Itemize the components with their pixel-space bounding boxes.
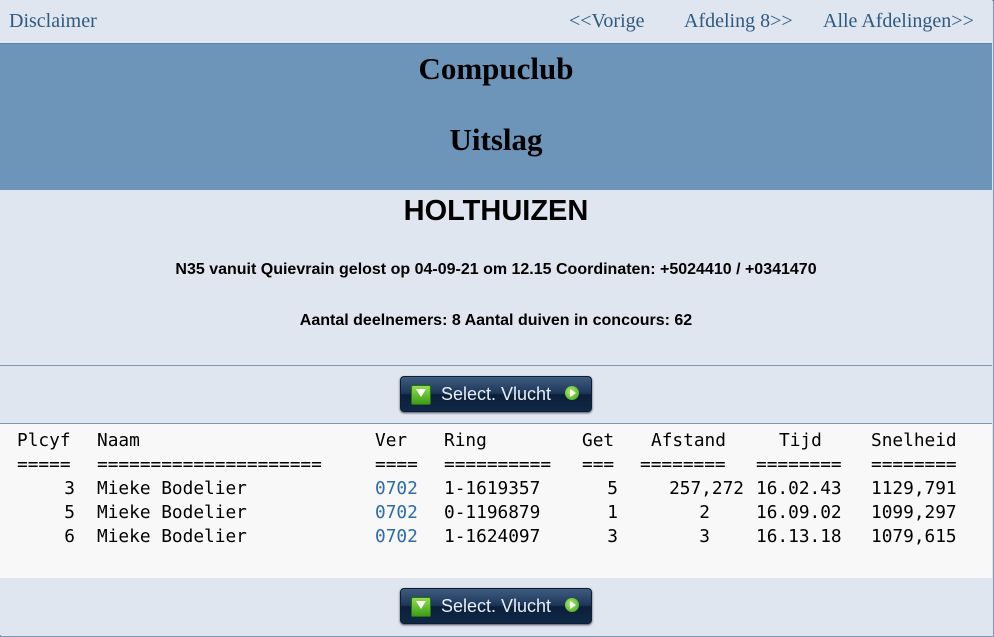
page-subtitle: Uitslag bbox=[449, 122, 543, 157]
row2-tijd: 16.09.02 bbox=[756, 502, 842, 523]
select-flight-label: Select. Vlucht bbox=[441, 384, 552, 404]
sep-snelheid: ======== bbox=[871, 454, 957, 475]
row3-snelheid: 1079,615 bbox=[871, 526, 957, 547]
row1-afstand: 257,272 bbox=[669, 478, 744, 499]
header-naam: Naam bbox=[97, 430, 140, 451]
row2-afstand: 2 bbox=[699, 502, 710, 523]
header-tijd: Tijd bbox=[779, 430, 822, 451]
header-ring: Ring bbox=[444, 430, 487, 451]
row1-get: 5 bbox=[607, 478, 618, 499]
row3-ver-link[interactable]: 0702 bbox=[375, 525, 418, 549]
row1-plcyf: 3 bbox=[64, 478, 75, 499]
all-divisions-link[interactable]: Alle Afdelingen>> bbox=[823, 10, 974, 33]
header-snelheid: Snelheid bbox=[871, 430, 957, 451]
row2-naam: Mieke Bodelier bbox=[97, 502, 247, 523]
participant-counts: Aantal deelnemers: 8 Aantal duiven in co… bbox=[299, 312, 693, 329]
sep-get: === bbox=[582, 454, 615, 475]
sep-ver: ==== bbox=[375, 454, 418, 475]
results-table: Plcyf Naam Ver Ring Get Afstand Tijd Sne… bbox=[0, 423, 992, 579]
disclaimer-link[interactable]: Disclaimer bbox=[9, 10, 97, 33]
download-icon bbox=[411, 385, 431, 405]
row3-ring: 1-1624097 bbox=[444, 526, 541, 547]
select-flight-button-bottom[interactable]: Select. Vlucht bbox=[400, 588, 592, 624]
row2-ver-link[interactable]: 0702 bbox=[375, 501, 418, 525]
club-title: Compuclub bbox=[418, 51, 574, 86]
header-banner: Compuclub Uitslag bbox=[0, 43, 992, 191]
row3-get: 3 bbox=[607, 526, 618, 547]
arrow-right-icon bbox=[565, 598, 579, 612]
row2-ring: 0-1196879 bbox=[444, 502, 541, 523]
sep-naam: ===================== bbox=[97, 454, 322, 475]
flight-details: N35 vanuit Quievrain gelost op 04-09-21 … bbox=[175, 261, 817, 278]
download-icon bbox=[411, 597, 431, 617]
row2-snelheid: 1099,297 bbox=[871, 502, 957, 523]
sep-afstand: ======== bbox=[640, 454, 726, 475]
row3-tijd: 16.13.18 bbox=[756, 526, 842, 547]
previous-link[interactable]: <<Vorige bbox=[569, 10, 645, 33]
row1-naam: Mieke Bodelier bbox=[97, 478, 247, 499]
select-flight-label: Select. Vlucht bbox=[441, 596, 552, 616]
button-row-top: Select. Vlucht bbox=[0, 366, 992, 423]
row1-tijd: 16.02.43 bbox=[756, 478, 842, 499]
row3-plcyf: 6 bbox=[64, 526, 75, 547]
place-name: HOLTHUIZEN bbox=[403, 195, 589, 227]
race-info: HOLTHUIZEN N35 vanuit Quievrain gelost o… bbox=[0, 190, 992, 366]
row3-afstand: 3 bbox=[699, 526, 710, 547]
row1-ring: 1-1619357 bbox=[444, 478, 541, 499]
button-row-bottom: Select. Vlucht bbox=[0, 578, 992, 635]
header-afstand: Afstand bbox=[651, 430, 726, 451]
sep-ring: ========== bbox=[444, 454, 552, 475]
header-ver: Ver bbox=[375, 430, 408, 451]
row2-plcyf: 5 bbox=[64, 502, 75, 523]
row3-naam: Mieke Bodelier bbox=[97, 526, 247, 547]
next-division-link[interactable]: Afdeling 8>> bbox=[684, 10, 793, 33]
row1-ver-link[interactable]: 0702 bbox=[375, 477, 418, 501]
sep-tijd: ======== bbox=[756, 454, 842, 475]
row1-snelheid: 1129,791 bbox=[871, 478, 957, 499]
sep-plcyf: ===== bbox=[17, 454, 71, 475]
select-flight-button[interactable]: Select. Vlucht bbox=[400, 376, 592, 412]
row2-get: 1 bbox=[607, 502, 618, 523]
header-plcyf: Plcyf bbox=[17, 430, 71, 451]
top-nav: Disclaimer <<Vorige Afdeling 8>> Alle Af… bbox=[0, 0, 992, 43]
arrow-right-icon bbox=[565, 386, 579, 400]
header-get: Get bbox=[582, 430, 615, 451]
